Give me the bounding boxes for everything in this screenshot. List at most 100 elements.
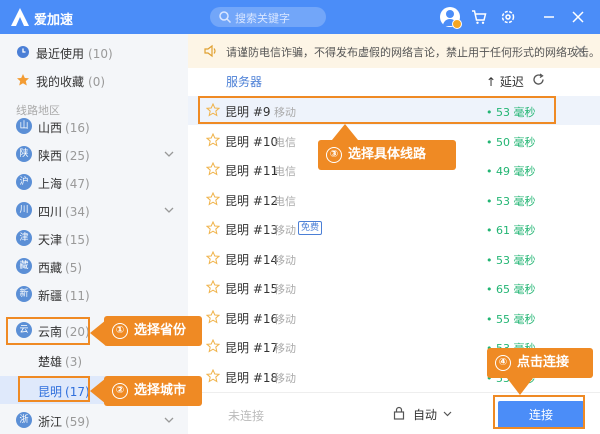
province-icon: 沪 — [16, 174, 32, 190]
sidebar-item-shanxi[interactable]: 山 山西 (16) — [0, 112, 188, 140]
lock-icon — [393, 406, 405, 420]
sidebar-item-shanghai[interactable]: 沪 上海 (47) — [0, 168, 188, 196]
province-count: (16) — [65, 121, 90, 135]
province-label: 浙江 — [38, 415, 63, 429]
chevron-down-icon[interactable] — [164, 149, 174, 159]
callout-server: ③ 选择具体线路 — [318, 140, 456, 170]
province-label: 西藏 — [38, 261, 63, 275]
search-input[interactable]: 搜索关键字 — [210, 7, 326, 27]
notice-text: 请谨防电信诈骗，不得发布虚假的网络言论，禁止用于任何形式的网络攻击。 — [226, 46, 600, 59]
sidebar-item-shaanxi[interactable]: 陕 陕西 (25) — [0, 140, 188, 168]
clock-icon — [17, 46, 29, 58]
gear-icon[interactable] — [499, 8, 517, 26]
star-outline-icon[interactable] — [206, 369, 220, 383]
callout-city: ② 选择城市 — [104, 376, 202, 406]
free-badge: 免费 — [298, 221, 323, 235]
sidebar-item-sichuan[interactable]: 川 四川 (34) — [0, 196, 188, 224]
sidebar-item-recent[interactable]: 最近使用 (10) — [0, 38, 188, 66]
column-header-latency[interactable]: ↑ 延迟 — [486, 73, 524, 90]
server-isp: 移动 — [274, 254, 296, 267]
sidebar-item-xizang[interactable]: 藏 西藏 (5) — [0, 252, 188, 280]
app-name: 爱加速 — [34, 13, 74, 28]
mode-select[interactable]: 自动 — [413, 406, 437, 423]
sidebar-item-tianjin[interactable]: 津 天津 (15) — [0, 224, 188, 252]
arrow-icon — [332, 124, 358, 140]
server-row[interactable]: 昆明 #15 移动 • 65 毫秒 — [188, 273, 600, 302]
minimize-icon[interactable] — [540, 8, 558, 26]
province-label: 陕西 — [38, 149, 63, 163]
province-label: 新疆 — [38, 289, 63, 303]
callout-text: 选择城市 — [134, 383, 187, 398]
province-label: 天津 — [38, 233, 63, 247]
callout-number: ④ — [495, 355, 511, 371]
star-outline-icon[interactable] — [206, 310, 220, 324]
sidebar-item-chuxiong[interactable]: 楚雄 (3) — [0, 346, 188, 374]
server-name: 昆明 #12 — [225, 194, 279, 208]
star-outline-icon[interactable] — [206, 221, 220, 235]
highlight-connect — [493, 395, 585, 429]
close-icon[interactable] — [569, 8, 587, 26]
callout-text: 选择具体线路 — [348, 147, 427, 162]
star-outline-icon[interactable] — [206, 280, 220, 294]
server-isp: 移动 — [274, 283, 296, 296]
sidebar-item-favorites[interactable]: 我的收藏 (0) — [0, 66, 188, 94]
server-isp: 移动 — [274, 372, 296, 385]
server-row[interactable]: 昆明 #13 移动 免费 • 61 毫秒 — [188, 214, 600, 243]
province-icon: 津 — [16, 230, 32, 246]
star-icon — [17, 74, 29, 86]
server-row[interactable]: 昆明 #14 移动 • 53 毫秒 — [188, 244, 600, 273]
server-latency: • 65 毫秒 — [486, 283, 536, 296]
avatar[interactable] — [440, 7, 462, 29]
star-outline-icon[interactable] — [206, 162, 220, 176]
chevron-down-icon[interactable] — [443, 409, 452, 418]
star-outline-icon[interactable] — [206, 133, 220, 147]
server-isp: 电信 — [274, 165, 296, 178]
callout-number: ② — [112, 383, 128, 399]
server-latency: • 53 毫秒 — [486, 254, 536, 267]
connection-status: 未连接 — [228, 409, 265, 423]
column-header-server[interactable]: 服务器 — [226, 73, 262, 90]
province-icon: 藏 — [16, 258, 32, 274]
province-count: (25) — [65, 149, 90, 163]
close-icon[interactable] — [575, 45, 586, 56]
sidebar-item-xinjiang[interactable]: 新 新疆 (11) — [0, 280, 188, 308]
server-latency: • 49 毫秒 — [486, 165, 536, 178]
server-name: 昆明 #10 — [225, 135, 279, 149]
server-name: 昆明 #18 — [225, 371, 279, 385]
star-outline-icon[interactable] — [206, 192, 220, 206]
server-isp: 移动 — [274, 342, 296, 355]
province-count: (59) — [65, 415, 90, 429]
arrow-icon — [507, 378, 533, 395]
star-outline-icon[interactable] — [206, 251, 220, 265]
server-name: 昆明 #15 — [225, 282, 279, 296]
callout-number: ① — [112, 323, 128, 339]
server-latency: • 61 毫秒 — [486, 224, 536, 237]
highlight-province — [6, 317, 90, 345]
province-count: (34) — [65, 205, 90, 219]
province-icon: 陕 — [16, 146, 32, 162]
callout-text: 选择省份 — [134, 323, 187, 338]
province-label: 四川 — [38, 205, 63, 219]
title-bar: 爱加速 搜索关键字 — [0, 0, 600, 34]
server-latency: • 55 毫秒 — [486, 313, 536, 326]
callout-text: 点击连接 — [517, 355, 570, 370]
refresh-icon[interactable] — [532, 73, 545, 86]
server-row[interactable]: 昆明 #12 电信 • 53 毫秒 — [188, 185, 600, 214]
cart-icon[interactable] — [470, 8, 488, 26]
chevron-down-icon[interactable] — [164, 415, 174, 425]
sidebar-item-label: 最近使用 — [36, 47, 85, 61]
search-icon — [219, 11, 232, 24]
sidebar-item-label: 我的收藏 — [36, 75, 85, 89]
list-header: 服务器 ↑ 延迟 — [188, 68, 600, 94]
sidebar-item-zhejiang[interactable]: 浙 浙江 (59) — [0, 406, 188, 434]
city-count: (3) — [65, 355, 83, 369]
server-name: 昆明 #16 — [225, 312, 279, 326]
province-icon: 新 — [16, 286, 32, 302]
server-name: 昆明 #13 — [225, 223, 279, 237]
sidebar-item-count: (10) — [88, 47, 113, 61]
callout-number: ③ — [326, 147, 342, 163]
callout-connect: ④ 点击连接 — [487, 348, 593, 378]
chevron-down-icon[interactable] — [164, 205, 174, 215]
server-row[interactable]: 昆明 #16 移动 • 55 毫秒 — [188, 303, 600, 332]
star-outline-icon[interactable] — [206, 339, 220, 353]
